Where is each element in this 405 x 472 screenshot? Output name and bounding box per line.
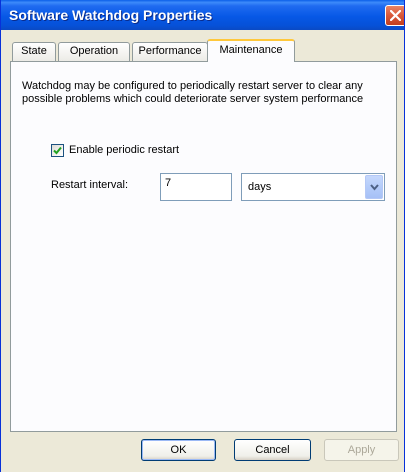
enable-restart-label[interactable]: Enable periodic restart	[69, 144, 179, 156]
restart-interval-label: Restart interval:	[51, 179, 129, 191]
tab-state[interactable]: State	[12, 42, 56, 61]
cancel-button[interactable]: Cancel	[234, 439, 311, 461]
ok-button[interactable]: OK	[141, 439, 216, 461]
interval-unit-select[interactable]: days	[241, 173, 385, 201]
maintenance-description: Watchdog may be configured to periodical…	[22, 80, 364, 105]
close-button[interactable]	[385, 5, 404, 26]
properties-dialog: Software Watchdog Properties State Opera…	[0, 0, 405, 472]
dropdown-button[interactable]	[365, 175, 383, 199]
restart-interval-input[interactable]: 7	[160, 173, 232, 201]
apply-button[interactable]: Apply	[324, 439, 399, 461]
maintenance-panel	[10, 61, 397, 432]
tab-maintenance[interactable]: Maintenance	[207, 39, 295, 62]
checkmark-icon	[53, 146, 62, 155]
close-icon	[390, 10, 401, 21]
window-title: Software Watchdog Properties	[9, 7, 213, 23]
title-bar[interactable]: Software Watchdog Properties	[1, 0, 404, 30]
tab-operation[interactable]: Operation	[58, 42, 130, 61]
chevron-down-icon	[370, 184, 379, 191]
tab-performance[interactable]: Performance	[132, 42, 208, 61]
enable-restart-checkbox[interactable]	[51, 144, 64, 157]
interval-unit-value: days	[248, 181, 272, 193]
